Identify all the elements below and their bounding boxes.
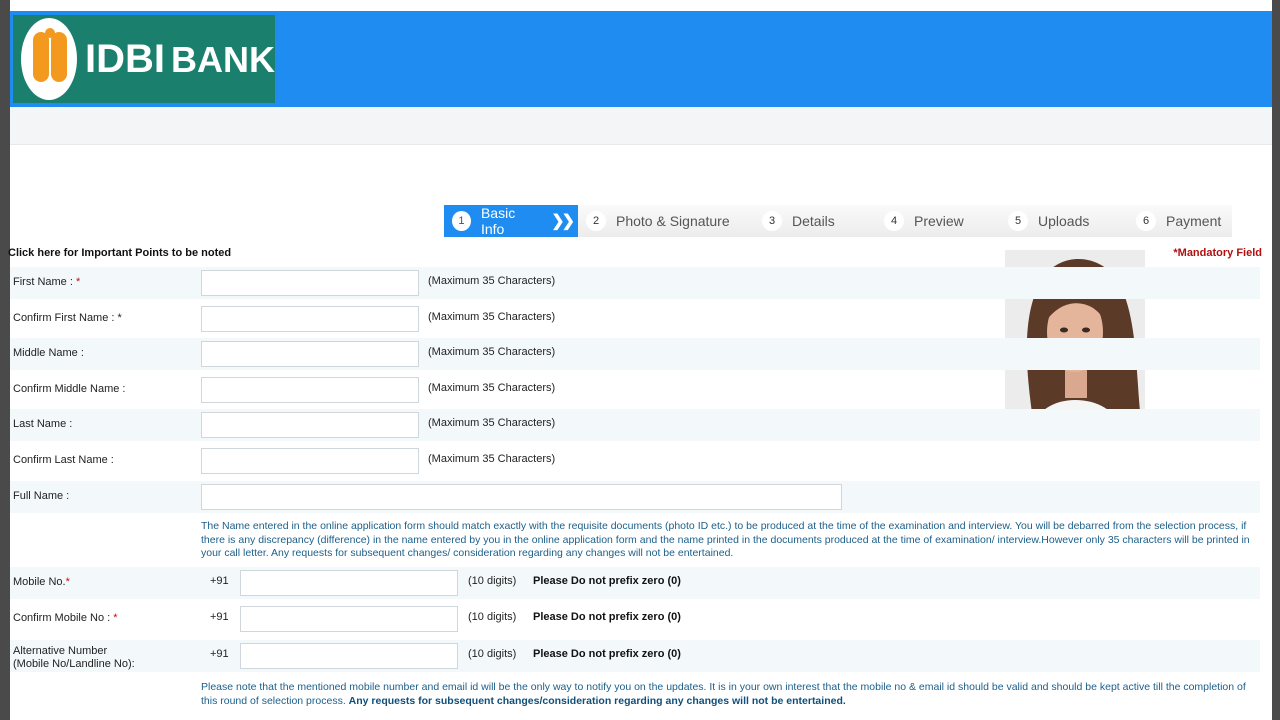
confirm-last-name-row: Confirm Last Name : (Maximum 35 Characte… [10, 445, 1260, 477]
full-name-input[interactable] [201, 484, 842, 510]
first-name-label: First Name : * [13, 276, 81, 288]
confirm-middle-name-input[interactable] [201, 377, 419, 403]
confirm-first-name-input[interactable] [201, 306, 419, 332]
important-points-link[interactable]: Click here for Important Points to be no… [8, 247, 231, 259]
middle-name-label: Middle Name : [13, 347, 84, 359]
step-progress-bar: 1 Basic Info ❯❯ 2 Photo & Signature 3 De… [444, 205, 1232, 237]
step-label: Photo & Signature [616, 213, 730, 229]
step-number: 3 [762, 211, 782, 231]
step-label: Uploads [1038, 213, 1090, 229]
first-name-row: First Name : * (Maximum 35 Characters) [10, 267, 1260, 299]
full-name-label: Full Name : [13, 490, 70, 502]
confirm-last-name-hint: (Maximum 35 Characters) [428, 453, 556, 465]
step-preview[interactable]: 4 Preview [876, 205, 1000, 237]
confirm-first-name-label: Confirm First Name : * [13, 312, 122, 324]
last-name-label: Last Name : [13, 418, 73, 430]
step-basic-info[interactable]: 1 Basic Info ❯❯ [444, 205, 578, 237]
left-edge-bar [0, 0, 10, 720]
confirm-middle-name-row: Confirm Middle Name : (Maximum 35 Charac… [10, 374, 1260, 406]
first-name-hint: (Maximum 35 Characters) [428, 275, 556, 287]
confirm-middle-name-hint: (Maximum 35 Characters) [428, 382, 556, 394]
last-name-hint: (Maximum 35 Characters) [428, 417, 556, 429]
step-label: Details [792, 213, 835, 229]
name-instruction-note: The Name entered in the online applicati… [201, 520, 1250, 559]
country-code-prefix: +91 [210, 648, 229, 660]
last-name-input[interactable] [201, 412, 419, 438]
middle-name-input[interactable] [201, 341, 419, 367]
step-label: Payment [1166, 213, 1222, 229]
confirm-mobile-row: Confirm Mobile No : * +91 (10 digits) Pl… [10, 603, 1260, 635]
step-photo-signature[interactable]: 2 Photo & Signature [578, 205, 754, 237]
first-name-input[interactable] [201, 270, 419, 296]
step-number: 4 [884, 211, 904, 231]
step-label: Basic Info [480, 205, 516, 237]
step-number: 2 [586, 211, 606, 231]
confirm-middle-name-label: Confirm Middle Name : [13, 383, 126, 395]
mobile-no-zero-hint: Please Do not prefix zero (0) [533, 575, 681, 587]
confirm-mobile-digits-hint: (10 digits) [468, 611, 517, 623]
step-label: Preview [914, 213, 964, 229]
confirm-mobile-input[interactable] [240, 606, 458, 632]
confirm-mobile-label: Confirm Mobile No : * [13, 612, 118, 624]
mobile-label: Mobile No.* [13, 576, 70, 588]
confirm-last-name-input[interactable] [201, 448, 419, 474]
alternative-number-input[interactable] [240, 643, 458, 669]
mandatory-field-note: *Mandatory Field [1173, 247, 1262, 259]
logo-emblem-icon [21, 18, 77, 100]
country-code-prefix: +91 [210, 575, 229, 587]
alternative-digits-hint: (10 digits) [468, 648, 517, 660]
full-name-row: Full Name : [10, 481, 1260, 513]
confirm-last-name-label: Confirm Last Name : [13, 454, 114, 466]
country-code-prefix: +91 [210, 611, 229, 623]
contact-instruction-note: Please note that the mentioned mobile nu… [201, 681, 1246, 707]
step-number: 5 [1008, 211, 1028, 231]
step-details[interactable]: 3 Details [754, 205, 876, 237]
step-number: 6 [1136, 211, 1156, 231]
alternative-no-zero-hint: Please Do not prefix zero (0) [533, 648, 681, 660]
double-chevron-right-icon: ❯❯ [551, 213, 575, 230]
middle-name-hint: (Maximum 35 Characters) [428, 346, 556, 358]
middle-name-row: Middle Name : (Maximum 35 Characters) [10, 338, 1260, 370]
right-edge-bar [1272, 0, 1280, 720]
confirm-mobile-no-zero-hint: Please Do not prefix zero (0) [533, 611, 681, 623]
alternative-number-row: Alternative Number (Mobile No/Landline N… [10, 640, 1260, 672]
bank-logo[interactable]: IDBI BANK [13, 15, 275, 103]
mobile-row: Mobile No.* +91 (10 digits) Please Do no… [10, 567, 1260, 599]
sub-header-strip [10, 107, 1272, 145]
mobile-input[interactable] [240, 570, 458, 596]
logo-text: IDBI BANK [85, 36, 275, 81]
step-number: 1 [452, 211, 471, 231]
last-name-row: Last Name : (Maximum 35 Characters) [10, 409, 1260, 441]
alternative-number-label: Alternative Number (Mobile No/Landline N… [13, 645, 135, 670]
confirm-first-name-row: Confirm First Name : * (Maximum 35 Chara… [10, 303, 1260, 335]
mobile-digits-hint: (10 digits) [468, 575, 517, 587]
step-payment[interactable]: 6 Payment [1128, 205, 1232, 237]
step-uploads[interactable]: 5 Uploads [1000, 205, 1128, 237]
confirm-first-name-hint: (Maximum 35 Characters) [428, 311, 556, 323]
header-banner: IDBI BANK [10, 11, 1272, 107]
